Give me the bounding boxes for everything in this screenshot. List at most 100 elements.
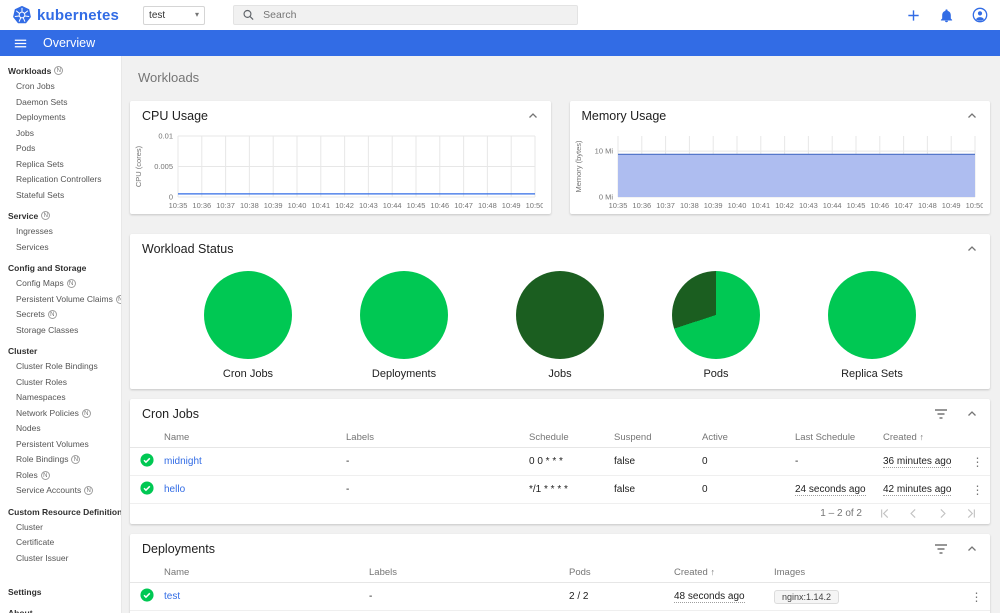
account-icon (972, 7, 988, 23)
column-name[interactable]: Name (158, 563, 363, 583)
card-title: Memory Usage (581, 109, 667, 123)
column-labels[interactable]: Labels (340, 428, 523, 448)
sidebar-item-network-policies[interactable]: Network Policies N (0, 406, 121, 422)
column-status (130, 563, 158, 583)
sidebar-group-about[interactable]: About (0, 605, 121, 613)
last-page-button[interactable] (965, 507, 978, 520)
sidebar-item-persistent-volume-claims[interactable]: Persistent Volume ClaimsN (0, 292, 121, 308)
column-suspend[interactable]: Suspend (608, 428, 696, 448)
column-images[interactable]: Images (768, 563, 963, 583)
sidebar-item-label: Nodes (16, 423, 41, 433)
workload-pie-replica-sets: Replica Sets (828, 271, 916, 380)
column-pods[interactable]: Pods (563, 563, 668, 583)
sidebar-item-roles[interactable]: Roles N (0, 468, 121, 484)
filter-icon (935, 409, 947, 419)
svg-text:0.005: 0.005 (154, 162, 173, 171)
sidebar-group-label: Settings (8, 587, 42, 597)
sidebar-item-pods[interactable]: Pods (0, 141, 121, 157)
sidebar-item-label: Stateful Sets (16, 189, 65, 200)
namespace-selector[interactable]: test ▾ (143, 5, 206, 25)
namespaced-badge: N (66, 279, 76, 288)
sidebar-item-persistent-volumes[interactable]: Persistent Volumes (0, 437, 121, 453)
column-schedule[interactable]: Schedule (523, 428, 608, 448)
cron-jobs-card: Cron Jobs Name Labels Schedule Suspend Activ… (130, 399, 990, 524)
sidebar-item-cluster-roles[interactable]: Cluster Roles (0, 375, 121, 391)
sidebar-item-label: Roles (16, 469, 38, 480)
sidebar-item-daemon-sets[interactable]: Daemon Sets (0, 95, 121, 111)
cron-job-link[interactable]: hello (164, 484, 185, 495)
collapse-button[interactable] (966, 408, 978, 420)
sidebar-group-service[interactable]: Service N (0, 208, 121, 224)
sidebar-item-stateful-sets[interactable]: Stateful Sets (0, 188, 121, 204)
sidebar-item-storage-classes[interactable]: Storage Classes (0, 323, 121, 339)
svg-text:10:44: 10:44 (822, 201, 841, 210)
pagination-range-label: 1 – 2 of 2 (820, 508, 862, 519)
account-button[interactable] (972, 7, 988, 23)
chevron-up-icon (968, 411, 976, 416)
sidebar-item-replica-sets[interactable]: Replica Sets (0, 157, 121, 173)
column-name[interactable]: Name (158, 428, 340, 448)
sidebar-item-secrets[interactable]: Secrets N (0, 307, 121, 323)
svg-text:10:44: 10:44 (383, 201, 402, 210)
card-title: Cron Jobs (142, 407, 199, 421)
sidebar-item-cluster[interactable]: Cluster (0, 520, 121, 536)
svg-text:10:49: 10:49 (502, 201, 521, 210)
sidebar-group-label: Workloads (8, 66, 52, 76)
brand-link[interactable]: kubernetes (12, 5, 119, 25)
search-bar (233, 5, 579, 25)
filter-button[interactable] (934, 408, 948, 420)
search-icon (243, 9, 254, 20)
next-page-button[interactable] (936, 507, 949, 520)
menu-icon[interactable] (13, 37, 28, 50)
collapse-button[interactable] (527, 110, 539, 122)
svg-text:10:43: 10:43 (799, 201, 818, 210)
workload-pie-cron-jobs: Cron Jobs (204, 271, 292, 380)
create-resource-button[interactable] (906, 8, 921, 23)
cron-job-link[interactable]: midnight (164, 456, 202, 467)
previous-page-button[interactable] (907, 507, 920, 520)
row-menu-button[interactable]: ⋮ (963, 582, 990, 611)
sidebar-item-config-maps[interactable]: Config Maps N (0, 276, 121, 292)
sidebar-item-service-accounts[interactable]: Service Accounts N (0, 483, 121, 499)
column-labels[interactable]: Labels (363, 563, 563, 583)
relative-time: 48 seconds ago (674, 591, 745, 603)
sidebar-item-deployments[interactable]: Deployments (0, 110, 121, 126)
column-status (130, 428, 158, 448)
sidebar-item-ingresses[interactable]: Ingresses (0, 224, 121, 240)
cell-active: 0 (696, 447, 789, 476)
sidebar-item-certificate[interactable]: Certificate (0, 535, 121, 551)
column-created[interactable]: Created ↑ (668, 563, 768, 583)
status-ok-icon (130, 475, 158, 504)
collapse-button[interactable] (966, 543, 978, 555)
sidebar-item-label: Persistent Volumes (16, 438, 89, 449)
namespaced-badge: N (81, 408, 91, 418)
first-page-button[interactable] (878, 507, 891, 520)
card-title: CPU Usage (142, 109, 208, 123)
sidebar-item-role-bindings[interactable]: Role Bindings N (0, 452, 121, 468)
cell-labels: - (340, 475, 523, 504)
notifications-button[interactable] (939, 8, 954, 23)
column-last-schedule[interactable]: Last Schedule (789, 428, 877, 448)
collapse-button[interactable] (966, 243, 978, 255)
pie-chart (828, 271, 916, 359)
sidebar-group-settings[interactable]: Settings (0, 584, 121, 600)
column-menu (965, 428, 990, 448)
sidebar-item-cluster-issuer[interactable]: Cluster Issuer (0, 551, 121, 567)
sidebar-item-jobs[interactable]: Jobs (0, 126, 121, 142)
sidebar-item-replication-controllers[interactable]: Replication Controllers (0, 172, 121, 188)
column-created[interactable]: Created ↑ (877, 428, 965, 448)
filter-button[interactable] (934, 543, 948, 555)
sidebar-item-services[interactable]: Services (0, 240, 121, 256)
sidebar-group-workloads[interactable]: Workloads N (0, 63, 121, 79)
sidebar-item-cron-jobs[interactable]: Cron Jobs (0, 79, 121, 95)
sidebar-item-nodes[interactable]: Nodes (0, 421, 121, 437)
sidebar-item-label: Jobs (16, 127, 34, 138)
row-menu-button[interactable]: ⋮ (965, 447, 990, 476)
sidebar-item-namespaces[interactable]: Namespaces (0, 390, 121, 406)
column-active[interactable]: Active (696, 428, 789, 448)
collapse-button[interactable] (966, 110, 978, 122)
search-input[interactable] (263, 9, 570, 21)
deployment-link[interactable]: test (164, 591, 180, 602)
row-menu-button[interactable]: ⋮ (965, 475, 990, 504)
sidebar-item-cluster-role-bindings[interactable]: Cluster Role Bindings (0, 359, 121, 375)
